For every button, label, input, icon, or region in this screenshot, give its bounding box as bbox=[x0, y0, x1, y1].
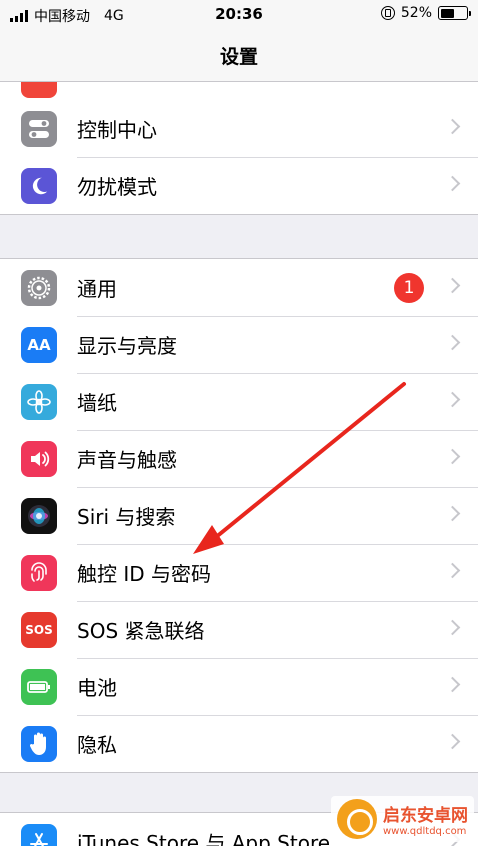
settings-row[interactable]: 触控 ID 与密码 bbox=[0, 544, 478, 601]
settings-row-label: Siri 与搜索 bbox=[77, 505, 176, 529]
watermark-logo-icon bbox=[337, 799, 377, 839]
settings-group-1: 控制中心 勿扰模式 bbox=[0, 82, 478, 215]
settings-row-label: 勿扰模式 bbox=[77, 175, 157, 199]
app-store-icon bbox=[21, 823, 57, 846]
watermark-name: 启东安卓网 bbox=[383, 806, 468, 826]
settings-row-label: 声音与触感 bbox=[77, 448, 177, 472]
settings-row-label: 电池 bbox=[77, 676, 117, 700]
settings-row-label: 隐私 bbox=[77, 733, 117, 757]
battery-icon bbox=[21, 668, 57, 705]
settings-row-label: 显示与亮度 bbox=[77, 334, 177, 358]
battery-icon bbox=[438, 6, 471, 20]
orientation-lock-icon bbox=[380, 6, 395, 20]
speaker-icon bbox=[21, 440, 57, 477]
settings-row[interactable]: 墙纸 bbox=[0, 373, 478, 430]
notification-badge: 1 bbox=[394, 273, 424, 303]
battery-level-fill bbox=[440, 8, 454, 18]
page-title: 设置 bbox=[219, 46, 258, 68]
moon-icon bbox=[21, 167, 57, 204]
notifications-icon bbox=[21, 82, 57, 98]
settings-row[interactable]: 通用 1 bbox=[0, 259, 478, 316]
status-right: 52% bbox=[380, 5, 471, 21]
settings-row[interactable]: Siri 与搜索 bbox=[0, 487, 478, 544]
settings-row-label: 墙纸 bbox=[77, 391, 117, 415]
display-aa-icon: AA bbox=[21, 326, 57, 363]
settings-row[interactable]: SOS SOS 紧急联络 bbox=[0, 601, 478, 658]
battery-percent: 52% bbox=[400, 5, 432, 21]
control-center-icon bbox=[21, 110, 57, 147]
settings-row[interactable]: 控制中心 bbox=[0, 100, 478, 157]
watermark-url: www.qdltdq.com bbox=[383, 826, 467, 837]
settings-row[interactable]: AA 显示与亮度 bbox=[0, 316, 478, 373]
settings-row-label: 触控 ID 与密码 bbox=[77, 562, 212, 586]
settings-row[interactable]: 勿扰模式 bbox=[0, 157, 478, 214]
hand-icon bbox=[21, 725, 57, 762]
fingerprint-icon bbox=[21, 554, 57, 591]
siri-icon bbox=[21, 497, 57, 534]
watermark: 启东安卓网 www.qdltdq.com bbox=[331, 796, 474, 842]
scrolled-off-row bbox=[0, 82, 478, 100]
status-bar: 中国移动 4G 20:36 52% bbox=[0, 0, 478, 30]
settings-row-label: SOS 紧急联络 bbox=[77, 619, 205, 643]
settings-row[interactable]: 声音与触感 bbox=[0, 430, 478, 487]
wallpaper-flower-icon bbox=[21, 383, 57, 420]
settings-group-2: 通用 1 AA 显示与亮度 墙纸 声音与触感 Siri 与搜索 触控 ID 与密码 SOS SOS… bbox=[0, 258, 478, 773]
settings-row[interactable]: 电池 bbox=[0, 658, 478, 715]
sos-icon: SOS bbox=[21, 611, 57, 648]
navigation-bar: 设置 bbox=[0, 30, 478, 82]
settings-row[interactable]: 隐私 bbox=[0, 715, 478, 772]
gear-icon bbox=[21, 269, 57, 306]
settings-row-label: 控制中心 bbox=[77, 118, 157, 142]
